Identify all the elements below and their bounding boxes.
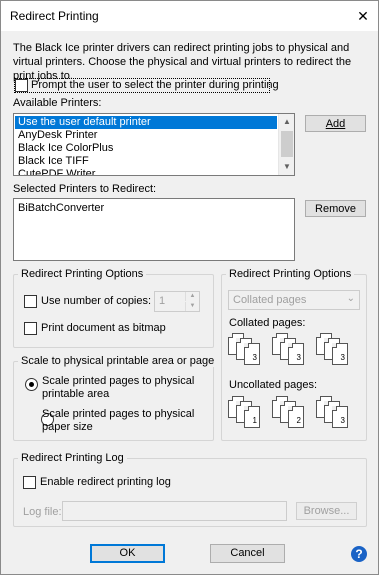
log-file-input[interactable] (62, 501, 287, 521)
browse-button[interactable]: Browse... (296, 502, 357, 520)
redirect-options-left-title: Redirect Printing Options (18, 268, 147, 280)
spin-up-icon[interactable]: ▲ (185, 292, 199, 301)
available-printers-label: Available Printers: (13, 97, 102, 109)
scale-paper-size-label: Scale printed pages to physical paper si… (42, 408, 195, 433)
page-number: 2 (296, 416, 301, 425)
printer-list-item[interactable]: CutePDF Writer (15, 168, 277, 175)
page-stack-icon: 222 (272, 396, 314, 432)
description-text: The Black Ice printer drivers can redire… (13, 42, 352, 82)
scale-printable-area-radio[interactable] (25, 378, 38, 391)
collation-select[interactable]: Collated pages ⌄ (228, 290, 360, 310)
copies-spinner[interactable]: 1 ▲ ▼ (154, 291, 200, 312)
enable-log-label: Enable redirect printing log (40, 476, 171, 488)
prompt-user-checkbox[interactable]: Prompt the user to select the printer du… (14, 78, 279, 93)
page-icon: 3 (332, 406, 348, 428)
remove-button[interactable]: Remove (305, 200, 366, 217)
page-icon: 3 (244, 343, 260, 365)
scroll-thumb[interactable] (281, 131, 293, 157)
available-printers-items: Use the user default printer AnyDesk Prin… (15, 116, 277, 175)
scroll-down-icon[interactable]: ▼ (279, 159, 294, 175)
collated-pages-label: Collated pages: (229, 317, 306, 329)
use-copies-checkbox[interactable] (24, 295, 37, 308)
redirect-options-right-title: Redirect Printing Options (226, 268, 355, 280)
uncollated-pages-label: Uncollated pages: (229, 379, 318, 391)
printer-list-item[interactable]: Use the user default printer (15, 116, 277, 129)
collated-pages-icons: 123123123 (226, 333, 366, 369)
help-icon[interactable]: ? (351, 546, 367, 562)
spin-down-icon[interactable]: ▼ (185, 302, 199, 311)
page-number: 3 (340, 353, 345, 362)
selected-printers-label: Selected Printers to Redirect: (13, 183, 157, 195)
page-stack-icon: 333 (316, 396, 358, 432)
remove-button-label: Remove (315, 203, 356, 215)
print-bitmap-checkbox[interactable] (24, 322, 37, 335)
title-bar: Redirect Printing ✕ (1, 1, 378, 31)
prompt-checkbox-box[interactable] (15, 79, 28, 92)
available-printers-list[interactable]: Use the user default printer AnyDesk Prin… (13, 113, 295, 176)
page-icon: 2 (288, 406, 304, 428)
page-icon: 3 (288, 343, 304, 365)
chevron-down-icon: ⌄ (346, 293, 355, 304)
copies-value: 1 (159, 295, 166, 307)
available-printers-scrollbar[interactable]: ▲ ▼ (278, 114, 294, 175)
add-button[interactable]: Add (305, 115, 366, 132)
page-stack-icon: 111 (228, 396, 270, 432)
cancel-button-label: Cancel (230, 547, 265, 559)
browse-button-label: Browse... (303, 505, 350, 517)
collation-select-value: Collated pages (233, 294, 307, 306)
cancel-button[interactable]: Cancel (210, 544, 285, 563)
log-group-title: Redirect Printing Log (18, 452, 127, 464)
page-number: 3 (340, 416, 345, 425)
redirect-printing-dialog: Redirect Printing ✕ The Black Ice printe… (0, 0, 379, 575)
page-number: 3 (296, 353, 301, 362)
printer-list-item[interactable]: Black Ice ColorPlus (15, 142, 277, 155)
selected-printers-items: BiBatchConverter (15, 202, 285, 215)
enable-log-checkbox[interactable] (23, 476, 36, 489)
scroll-up-icon[interactable]: ▲ (279, 114, 294, 130)
page-number: 1 (252, 416, 257, 425)
page-icon: 1 (244, 406, 260, 428)
selected-printer-item[interactable]: BiBatchConverter (15, 202, 285, 215)
prompt-checkbox-label: Prompt the user to select the printer du… (31, 79, 279, 91)
uncollated-pages-icons: 111222333 (226, 396, 366, 432)
page-stack-icon: 123 (272, 333, 314, 369)
print-bitmap-label: Print document as bitmap (41, 322, 166, 334)
page-stack-icon: 123 (228, 333, 270, 369)
scale-group-title: Scale to physical printable area or page (18, 355, 218, 367)
ok-button-label: OK (119, 547, 136, 559)
ok-button[interactable]: OK (90, 544, 165, 563)
page-number: 3 (252, 353, 257, 362)
printer-list-item[interactable]: AnyDesk Printer (15, 129, 277, 142)
use-copies-label: Use number of copies: (41, 295, 152, 307)
log-file-label: Log file: (23, 506, 62, 518)
scale-printable-area-label: Scale printed pages to physical printabl… (42, 375, 195, 400)
window-title: Redirect Printing (10, 9, 99, 23)
page-stack-icon: 123 (316, 333, 358, 369)
printer-list-item[interactable]: Black Ice TIFF (15, 155, 277, 168)
add-button-label: Add (325, 118, 346, 130)
selected-printers-list[interactable]: BiBatchConverter (13, 198, 295, 261)
page-icon: 3 (332, 343, 348, 365)
close-icon[interactable]: ✕ (348, 1, 378, 31)
